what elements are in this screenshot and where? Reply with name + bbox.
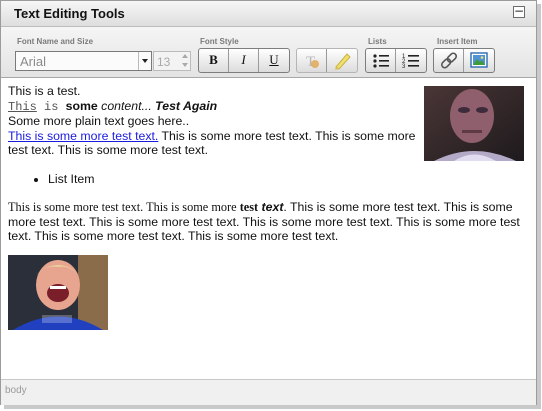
link-icon	[440, 52, 458, 69]
highlight-button[interactable]	[327, 49, 357, 72]
serif-bold-text: test	[239, 200, 259, 214]
photo-child-image	[8, 255, 108, 330]
insert-image-button[interactable]	[464, 49, 494, 72]
font-style-buttons: B I U	[198, 48, 290, 73]
mono-text: This	[8, 99, 37, 114]
mono-text-2: is	[36, 99, 66, 114]
highlighter-icon	[335, 53, 351, 70]
font-name-value: Arial	[20, 54, 47, 69]
bullet-list: List Item	[8, 172, 523, 187]
text-color-icon: T	[306, 54, 319, 70]
bold-italic-text: Test Again	[151, 98, 218, 113]
image-icon	[470, 52, 488, 68]
photo-man-image	[424, 86, 524, 161]
collapse-button[interactable]: −	[513, 5, 525, 18]
numbered-list-button[interactable]: 1 2 3	[396, 49, 426, 72]
panel-title: Text Editing Tools	[14, 6, 125, 21]
text-color-button[interactable]: T	[297, 49, 327, 72]
lists-label: Lists	[368, 37, 387, 46]
font-size-stepper[interactable]: 13	[153, 51, 191, 71]
color-buttons: T	[296, 48, 358, 73]
stepper-down-icon[interactable]	[182, 63, 188, 67]
bold-text: some	[65, 98, 98, 113]
editor-area[interactable]: This is a test. This is some content... …	[1, 78, 536, 378]
chevron-down-icon[interactable]	[138, 52, 151, 70]
underline-button[interactable]: U	[259, 49, 289, 72]
list-buttons: 1 2 3	[365, 48, 427, 73]
numbered-list-icon: 1 2 3	[402, 54, 419, 70]
font-style-label: Font Style	[200, 37, 239, 46]
italic-button[interactable]: I	[229, 49, 259, 72]
insert-link-button[interactable]	[434, 49, 464, 72]
inline-photo-child[interactable]	[8, 255, 108, 330]
element-path[interactable]: body	[5, 385, 27, 396]
inline-photo-man[interactable]	[424, 86, 524, 161]
list-item: List Item	[48, 172, 523, 187]
italic-text: content...	[97, 98, 152, 113]
panel-header: Text Editing Tools −	[1, 1, 536, 27]
font-name-size-label: Font Name and Size	[17, 37, 94, 46]
stepper-up-icon[interactable]	[182, 54, 188, 58]
text-paragraph-link: This is some more test text. This is som…	[8, 129, 418, 158]
bullet-list-icon	[373, 54, 389, 68]
svg-text:3: 3	[402, 64, 406, 70]
bullet-list-button[interactable]	[366, 49, 396, 72]
editor-toolbar: Font Name and Size Font Style Lists Inse…	[1, 27, 536, 78]
inline-link[interactable]: This is some more test text.	[8, 129, 158, 143]
mixed-paragraph: This is some more test text. This is som…	[8, 200, 523, 244]
insert-item-label: Insert Item	[437, 37, 478, 46]
serif-text: This is some more test text. This is som…	[8, 200, 240, 214]
font-name-select[interactable]: Arial	[15, 51, 152, 71]
bold-button[interactable]: B	[199, 49, 229, 72]
bold-italic-word: text	[258, 200, 284, 214]
text-editor-panel: Text Editing Tools − Font Name and Size …	[0, 0, 537, 405]
insert-buttons	[433, 48, 495, 73]
status-bar: body	[1, 379, 536, 405]
font-size-value: 13	[157, 55, 171, 69]
